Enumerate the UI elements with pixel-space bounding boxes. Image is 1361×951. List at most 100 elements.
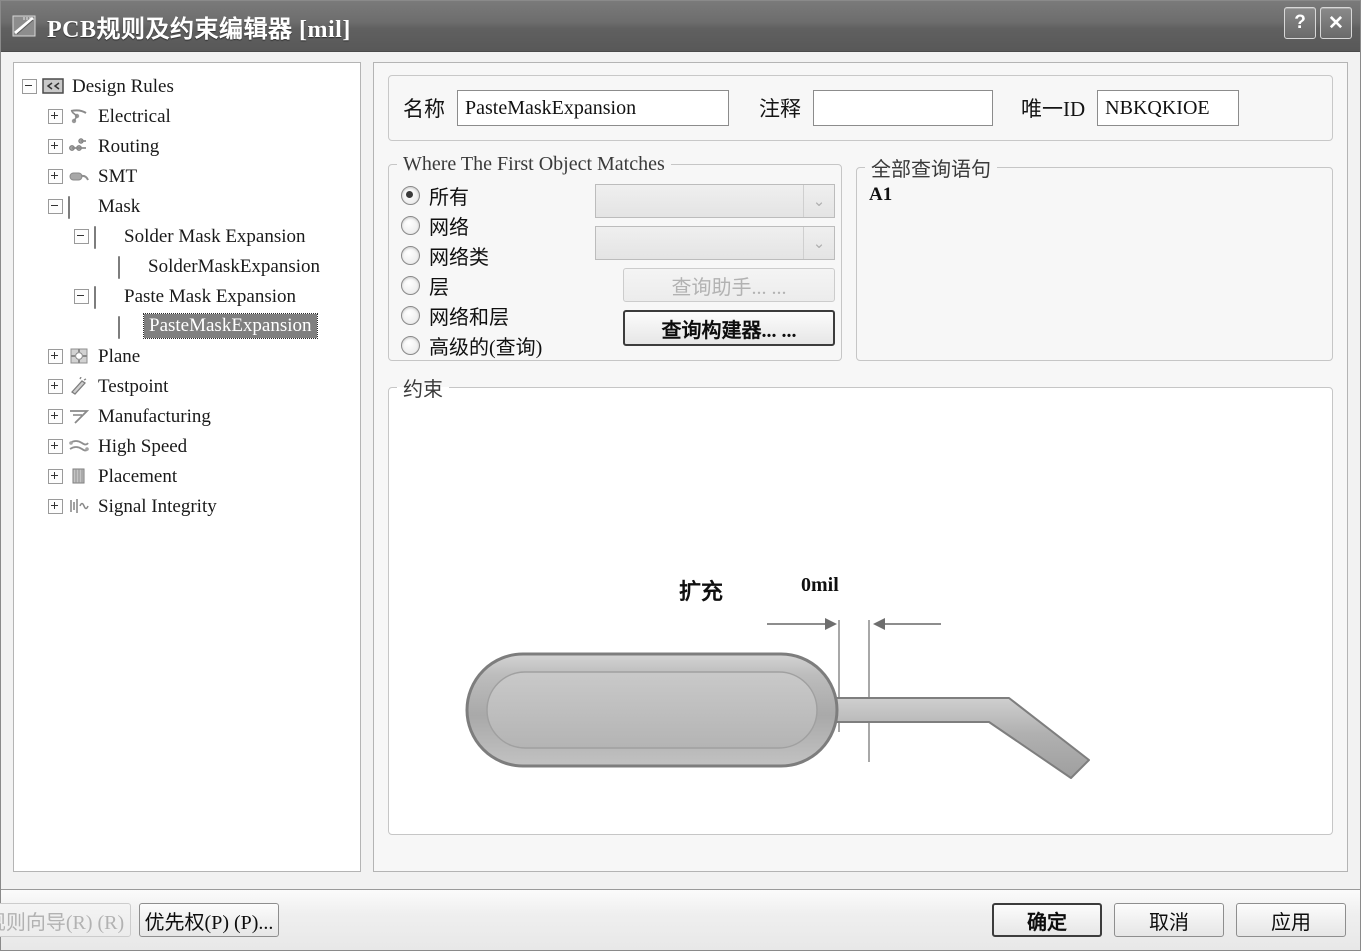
radio-indicator[interactable] (401, 305, 420, 325)
tree-item-routing[interactable]: Routing (22, 131, 356, 161)
match-radio-group[interactable]: 所有网络 网络类层网络和层 高级的(查询) (401, 180, 542, 360)
tree-item-solder-mask-expansion[interactable]: Solder Mask Expansion (22, 221, 356, 251)
ok-button[interactable]: 确定 (992, 903, 1102, 937)
expand-icon[interactable] (48, 138, 63, 154)
routing-icon (68, 137, 90, 155)
mask-pad-icon (68, 196, 90, 219)
window-title: PCB规则及约束编辑器 [mil] (47, 16, 351, 43)
tree-item-high-speed[interactable]: High Speed (22, 431, 356, 461)
query-helper-button: 查询助手... ... (623, 268, 835, 302)
paste-mask-expansion-diagram: 扩充 0mil (389, 402, 1332, 834)
client-area: Design Rules Electrical Routing SMT Mask Sold… (1, 52, 1360, 889)
pad-expansion-drawing (465, 618, 1090, 779)
tree-item-label: Plane (98, 345, 141, 367)
placement-icon (68, 467, 90, 485)
cancel-button[interactable]: 取消 (1114, 903, 1224, 937)
expand-icon[interactable] (48, 348, 63, 364)
query-builder-button[interactable]: 查询构建器... ... (623, 310, 835, 346)
tree-item-placement[interactable]: Placement (22, 461, 356, 491)
footer-right-buttons: 确定 取消 应用 (992, 903, 1346, 937)
manufacturing-icon (68, 407, 90, 425)
high-speed-icon (68, 437, 90, 455)
unique-id-label: 唯一ID (1021, 97, 1086, 121)
net-class-combo[interactable]: ⌄ (595, 226, 835, 260)
expand-icon[interactable] (48, 498, 63, 514)
radio-indicator[interactable] (401, 215, 420, 235)
collapse-icon[interactable] (22, 78, 37, 94)
expansion-value-label: 0mil (801, 574, 839, 596)
expand-icon[interactable] (48, 408, 63, 424)
design-rules-tree[interactable]: Design Rules Electrical Routing SMT Mask Sold… (13, 62, 361, 872)
radio-option-3[interactable]: 层 (401, 270, 542, 300)
tree-item-label: High Speed (98, 435, 188, 457)
priority-button[interactable]: 优先权(P) (P)... (139, 903, 279, 937)
rule-wizard-button: 规则向导(R) (R) (0, 903, 131, 937)
mask-pad-icon (94, 286, 116, 309)
expand-icon[interactable] (48, 468, 63, 484)
radio-option-1[interactable]: 网络 (401, 210, 542, 240)
tree-item-label: SMT (98, 165, 138, 187)
radio-indicator[interactable] (401, 245, 420, 265)
comment-input[interactable] (813, 90, 993, 126)
electrical-icon (68, 107, 90, 125)
expand-icon[interactable] (48, 438, 63, 454)
chevron-down-icon: ⌄ (803, 185, 834, 217)
radio-label: 网络和层 (429, 306, 509, 329)
radio-indicator[interactable] (401, 335, 420, 355)
smt-icon (68, 167, 90, 185)
tree-item-label: Placement (98, 465, 178, 487)
net-combo[interactable]: ⌄ (595, 184, 835, 218)
tree-item-manufacturing[interactable]: Manufacturing (22, 401, 356, 431)
collapse-icon[interactable] (74, 228, 89, 244)
full-query-text: A1 (869, 184, 893, 205)
tree-item-label: SolderMaskExpansion (148, 255, 321, 277)
design-rules-folder-icon (42, 77, 64, 95)
tree-item-label: Mask (98, 195, 141, 217)
comment-label: 注释 (759, 97, 801, 121)
radio-option-4[interactable]: 网络和层 (401, 300, 542, 330)
tree-item-smt[interactable]: SMT (22, 161, 356, 191)
name-input[interactable] (457, 90, 729, 126)
radio-option-0[interactable]: 所有 (401, 180, 542, 210)
mask-pad-icon (118, 256, 140, 279)
tree-item-design-rules[interactable]: Design Rules (22, 71, 356, 101)
radio-option-5[interactable]: 高级的(查询) (401, 330, 542, 360)
rule-identity-box: 名称 注释 唯一ID (388, 75, 1333, 141)
title-bar: PCB规则及约束编辑器 [mil] ? ✕ (1, 1, 1360, 52)
radio-label: 层 (429, 276, 449, 299)
tree-item-plane[interactable]: Plane (22, 341, 356, 371)
apply-button[interactable]: 应用 (1236, 903, 1346, 937)
expand-icon[interactable] (48, 168, 63, 184)
where-first-object-matches-group: Where The First Object Matches 所有 网络 网络类层网… (388, 153, 842, 361)
tree-item-label: Routing (98, 135, 160, 157)
tree-item-label: Signal Integrity (98, 495, 217, 517)
radio-indicator[interactable] (401, 275, 420, 295)
close-icon[interactable]: ✕ (1320, 7, 1352, 39)
tree-item-testpoint[interactable]: Testpoint (22, 371, 356, 401)
pcb-ruler-icon (11, 12, 39, 40)
help-icon[interactable]: ? (1284, 7, 1316, 39)
collapse-icon[interactable] (48, 198, 63, 214)
tree-item-signal-integrity[interactable]: Signal Integrity (22, 491, 356, 521)
radio-label: 所有 (429, 186, 469, 209)
unique-id-input[interactable] (1097, 90, 1240, 126)
tree-item-soldermaskexpansion[interactable]: SolderMaskExpansion (22, 251, 356, 281)
tree-item-label: Solder Mask Expansion (124, 225, 306, 247)
tree-item-label: PasteMaskExpansion (143, 313, 318, 339)
chevron-down-icon: ⌄ (803, 227, 834, 259)
footer-bar: 规则向导(R) (R) 优先权(P) (P)... 确定 取消 应用 (0, 889, 1360, 950)
tree-item-paste-mask-expansion[interactable]: Paste Mask Expansion (22, 281, 356, 311)
collapse-icon[interactable] (74, 288, 89, 304)
radio-option-2[interactable]: 网络类 (401, 240, 542, 270)
tree-item-pastemaskexpansion[interactable]: PasteMaskExpansion (22, 311, 356, 341)
tree-item-label: Design Rules (72, 75, 174, 97)
radio-label: 网络 (429, 216, 469, 239)
mask-pad-icon (118, 316, 140, 339)
mask-pad-icon (94, 226, 116, 249)
name-label: 名称 (403, 97, 445, 121)
radio-indicator[interactable] (401, 185, 420, 205)
tree-item-electrical[interactable]: Electrical (22, 101, 356, 131)
expand-icon[interactable] (48, 108, 63, 124)
expand-icon[interactable] (48, 378, 63, 394)
tree-item-mask[interactable]: Mask (22, 191, 356, 221)
